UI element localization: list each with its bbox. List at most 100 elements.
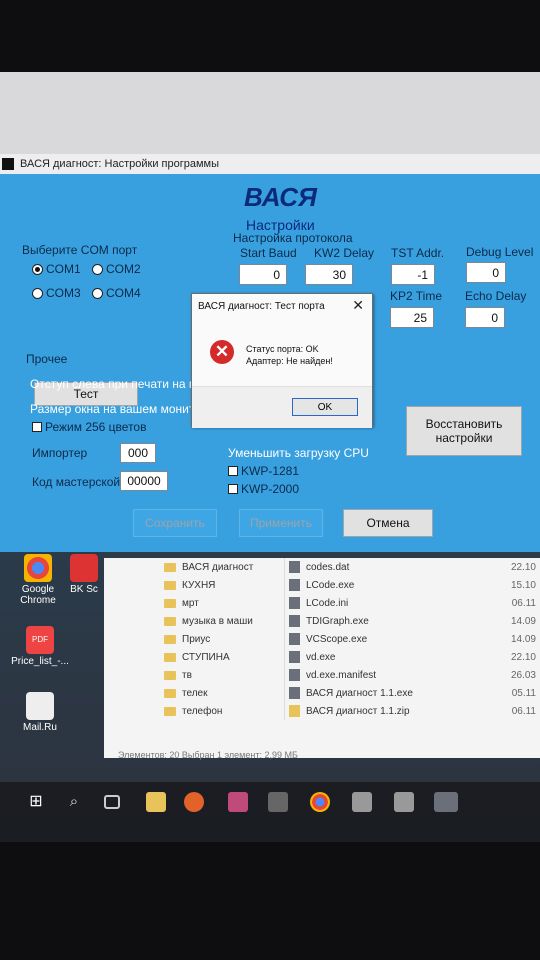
file-row[interactable]: VCScope.exe 14.09 (285, 630, 540, 648)
file-icon (289, 651, 300, 663)
save-button[interactable]: Сохранить (133, 509, 217, 537)
app-name: ВАСЯ (244, 182, 317, 212)
port-test-dialog: ВАСЯ диагност: Тест порта ✕ ✕ Статус пор… (191, 293, 373, 428)
folder-item[interactable]: музыка в маши (164, 612, 284, 630)
task-view-icon[interactable] (104, 795, 120, 809)
checkbox-box (228, 484, 238, 494)
start-baud-label: Start Baud (240, 246, 297, 260)
file-row[interactable]: ВАСЯ диагност 1.1.exe 05.11 (285, 684, 540, 702)
desktop-icon-price-list[interactable]: PDF Price_list_-... (8, 626, 72, 667)
kp2-time-field[interactable]: 25 (390, 307, 434, 328)
zip-icon (289, 705, 300, 717)
folder-icon (164, 688, 176, 698)
folder-item[interactable]: КУХНЯ (164, 576, 284, 594)
folder-item[interactable]: ВАСЯ диагност (164, 558, 284, 576)
file-icon (289, 561, 300, 573)
desktop-icon-bk[interactable]: BK Sc (64, 554, 104, 595)
importer-label: Импортер (32, 446, 88, 460)
file-explorer-icon[interactable] (146, 792, 166, 812)
start-baud-field[interactable]: 0 (239, 264, 287, 285)
com-port-label: Выберите COM порт (22, 243, 138, 257)
file-row[interactable]: ВАСЯ диагност 1.1.zip 06.11 (285, 702, 540, 720)
folder-icon (164, 616, 176, 626)
app-icon[interactable] (268, 792, 288, 812)
radio-dot (92, 263, 103, 275)
debug-level-label: Debug Level (466, 245, 534, 259)
taskbar: ⊞ ⌕ (0, 782, 540, 822)
port-status-text: Статус порта: OK (246, 344, 319, 354)
restore-settings-button[interactable]: Восстановить настройки (406, 406, 522, 456)
folder-icon (164, 598, 176, 608)
kwp2000-checkbox[interactable]: KWP-2000 (228, 482, 299, 496)
firefox-icon[interactable] (184, 792, 204, 812)
cancel-button[interactable]: Отмена (343, 509, 433, 537)
monitor-screen: Google Chrome BK Sc PDF Price_list_-... … (0, 72, 540, 842)
tst-addr-field[interactable]: -1 (391, 264, 435, 285)
importer-field[interactable]: 000 (120, 443, 156, 463)
folder-icon (164, 634, 176, 644)
folder-icon (164, 562, 176, 572)
file-icon (289, 633, 300, 645)
file-icon (289, 579, 300, 591)
master-code-label: Код мастерской (32, 475, 121, 489)
echo-delay-field[interactable]: 0 (465, 307, 505, 328)
search-icon[interactable]: ⌕ (64, 792, 84, 812)
mailru-icon (26, 692, 54, 720)
file-row[interactable]: LCode.exe 15.10 (285, 576, 540, 594)
desktop-icon-mailru[interactable]: Mail.Ru (8, 692, 72, 733)
error-icon: ✕ (210, 340, 234, 364)
adapter-status-text: Адаптер: Не найден! (246, 356, 333, 366)
folder-icon (164, 652, 176, 662)
kp2-time-label: KP2 Time (390, 289, 443, 303)
chrome-icon[interactable] (310, 792, 330, 812)
debug-level-field[interactable]: 0 (466, 262, 506, 283)
folder-item[interactable]: тв (164, 666, 284, 684)
folder-item[interactable]: СТУПИНА (164, 648, 284, 666)
kwp1281-checkbox[interactable]: KWP-1281 (228, 464, 299, 478)
radio-com4[interactable]: COM4 (92, 286, 141, 300)
checkbox-box (32, 422, 42, 432)
folder-icon (164, 580, 176, 590)
file-row[interactable]: TDIGraph.exe 14.09 (285, 612, 540, 630)
master-code-field[interactable]: 00000 (120, 471, 168, 491)
windows-start-icon[interactable]: ⊞ (26, 792, 46, 812)
misc-label: Прочее (26, 352, 68, 366)
app-icon[interactable] (394, 792, 414, 812)
folder-item[interactable]: телек (164, 684, 284, 702)
app-icon[interactable] (434, 792, 458, 812)
mode256-checkbox[interactable]: Режим 256 цветов (32, 420, 146, 434)
window-title: ВАСЯ диагност: Настройки программы (20, 158, 220, 170)
folder-item[interactable]: Приус (164, 630, 284, 648)
radio-com3[interactable]: COM3 (32, 286, 81, 300)
file-row[interactable]: vd.exe.manifest 26.03 (285, 666, 540, 684)
file-row[interactable]: vd.exe 22.10 (285, 648, 540, 666)
echo-delay-label: Echo Delay (465, 289, 527, 303)
kw2-delay-label: KW2 Delay (314, 246, 375, 260)
file-icon (289, 615, 300, 627)
file-explorer: ВАСЯ диагност КУХНЯ мрт музыка в маши Пр… (104, 558, 540, 760)
app-icon[interactable] (352, 792, 372, 812)
desktop-icon-label: Google Chrome (20, 584, 56, 606)
file-row[interactable]: LCode.ini 06.11 (285, 594, 540, 612)
kw2-delay-field[interactable]: 30 (305, 264, 353, 285)
ok-button[interactable]: OK (292, 398, 358, 416)
folder-icon (164, 670, 176, 680)
dialog-title: ВАСЯ диагност: Тест порта (198, 301, 325, 312)
desktop-icon-chrome[interactable]: Google Chrome (6, 554, 70, 606)
file-icon (289, 687, 300, 699)
folder-item[interactable]: мрт (164, 594, 284, 612)
close-icon[interactable]: ✕ (352, 297, 364, 314)
radio-com2[interactable]: COM2 (92, 262, 141, 276)
checkbox-box (228, 466, 238, 476)
pdf-icon: PDF (26, 626, 54, 654)
file-row[interactable]: codes.dat 22.10 (285, 558, 540, 576)
desktop-icon-label: Mail.Ru (23, 722, 57, 733)
explorer-status-bar: Элементов: 20 Выбран 1 элемент: 2,99 МБ (118, 750, 298, 760)
file-list: codes.dat 22.10 LCode.exe 15.10 LCode.ini 0… (284, 558, 540, 720)
folder-item[interactable]: телефон (164, 702, 284, 720)
radio-com1[interactable]: COM1 (32, 262, 81, 276)
app-icon[interactable] (228, 792, 248, 812)
apply-button[interactable]: Применить (239, 509, 323, 537)
tst-addr-label: TST Addr. (391, 246, 445, 260)
desktop-icon-label: BK Sc (70, 584, 98, 595)
